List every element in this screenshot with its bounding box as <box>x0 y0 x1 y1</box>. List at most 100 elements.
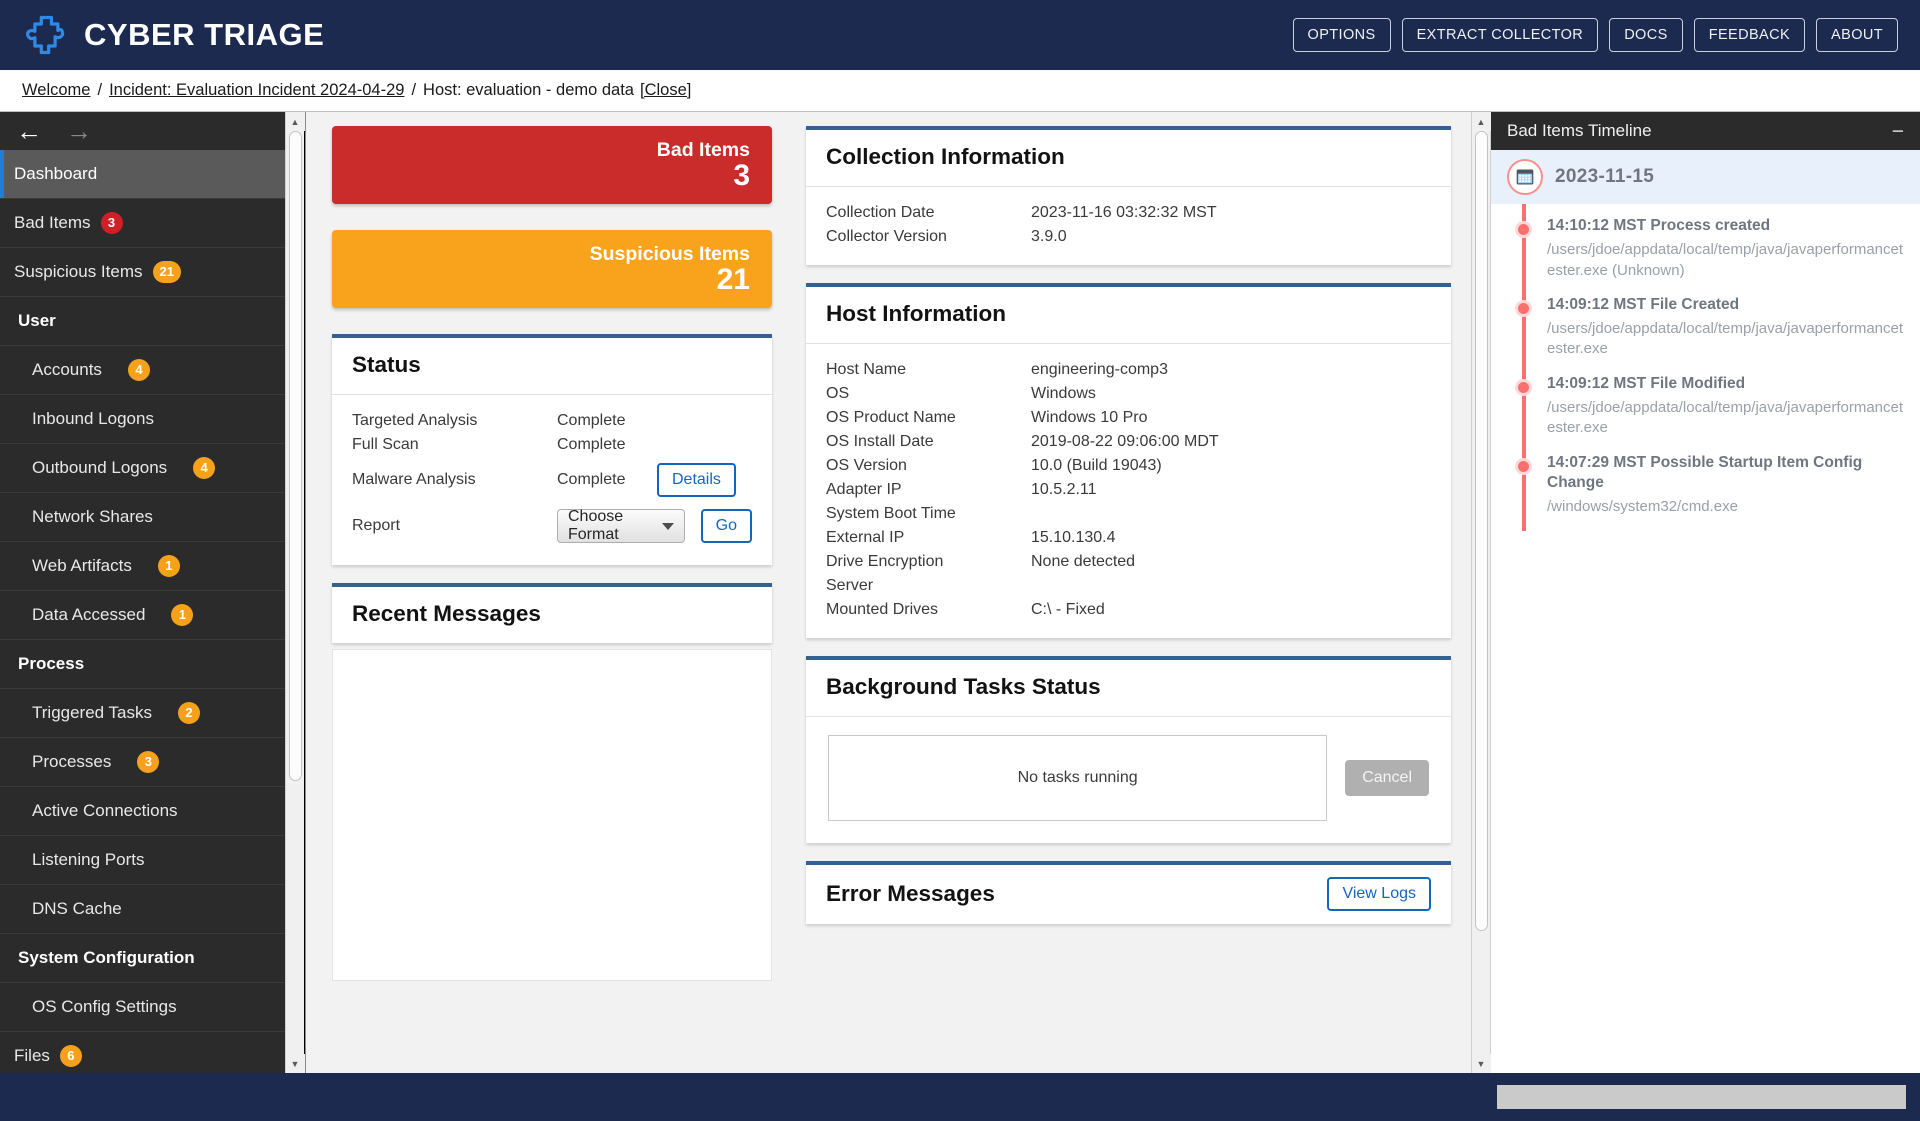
host-info-value: Windows <box>1031 385 1096 402</box>
recent-messages-list[interactable] <box>332 649 772 981</box>
sidebar-item-badge: 3 <box>100 212 123 234</box>
arrow-left-icon[interactable]: ← <box>16 118 42 144</box>
minimize-icon[interactable]: − <box>1892 121 1904 142</box>
host-info-row: Adapter IP 10.5.2.11 <box>826 478 1431 502</box>
timeline-date-group: 2023-11-15 <box>1491 150 1920 204</box>
sidebar-item-active-connections[interactable]: Active Connections <box>0 787 285 836</box>
sidebar-item-files[interactable]: Files 6 <box>0 1032 285 1073</box>
sidebar-item-bad-items[interactable]: Bad Items 3 <box>0 199 285 248</box>
status-row-value: Complete <box>557 436 626 453</box>
options-button[interactable]: OPTIONS <box>1292 18 1391 52</box>
scroll-down-icon[interactable]: ▼ <box>1471 1054 1491 1073</box>
report-format-select[interactable]: Choose Format <box>557 508 685 543</box>
scroll-down-icon[interactable]: ▼ <box>285 1054 305 1073</box>
content-scroll-thumb[interactable] <box>1474 131 1488 931</box>
sidebar-item-label: Active Connections <box>32 801 178 820</box>
status-panel-header: Status <box>332 338 772 395</box>
host-info-value: None detected <box>1031 553 1136 570</box>
sidebar-item-dashboard[interactable]: Dashboard <box>0 150 285 199</box>
view-logs-button[interactable]: View Logs <box>1327 877 1431 911</box>
timeline-event-dot-icon <box>1515 221 1532 238</box>
bad-items-card[interactable]: Bad Items 3 <box>332 126 772 204</box>
sidebar-item-badge: 4 <box>127 359 150 381</box>
sidebar-item-processes[interactable]: Processes 3 <box>0 738 285 787</box>
sidebar-scroll-thumb[interactable] <box>288 131 302 781</box>
breadcrumb-separator: / <box>97 81 103 99</box>
collection-information-panel: Collection Information Collection Date 2… <box>806 126 1451 265</box>
horizontal-scroll-thumb[interactable] <box>1497 1085 1906 1109</box>
report-go-button[interactable]: Go <box>700 509 752 543</box>
timeline-event[interactable]: 14:09:12 MST File Modified/users/jdoe/ap… <box>1491 370 1920 449</box>
sidebar-item-badge: 6 <box>59 1045 82 1067</box>
report-format-value: Choose Format <box>568 508 624 543</box>
app-header: CYBER TRIAGE OPTIONS EXTRACT COLLECTOR D… <box>0 0 1920 70</box>
workspace: ← → Dashboard Bad Items 3 Suspicious Items 2… <box>0 112 1920 1073</box>
docs-button[interactable]: DOCS <box>1609 18 1683 52</box>
sidebar-item-label: Files <box>14 1046 50 1065</box>
extract-collector-button[interactable]: EXTRACT COLLECTOR <box>1401 18 1599 52</box>
content-scroll-track[interactable] <box>1472 131 1491 1054</box>
host-info-label: OS Product Name <box>826 409 956 426</box>
host-information-title: Host Information <box>826 301 1006 326</box>
scroll-up-icon[interactable]: ▲ <box>1471 112 1491 131</box>
collection-row-collector-version: Collector Version 3.9.0 <box>826 225 1431 249</box>
host-info-row: OS Windows <box>826 382 1431 406</box>
bad-items-timeline-panel: Bad Items Timeline − 2023-11-15 14:10:12… <box>1490 112 1920 1073</box>
content-scrollbar[interactable]: ▲ ▼ <box>1471 112 1491 1073</box>
about-button[interactable]: ABOUT <box>1816 18 1898 52</box>
sidebar-scroll-track[interactable] <box>286 131 305 1054</box>
bad-items-card-value: 3 <box>733 159 750 193</box>
sidebar-item-badge: 1 <box>171 604 194 626</box>
host-info-label: External IP <box>826 529 905 546</box>
status-row-label: Malware Analysis <box>352 471 476 488</box>
breadcrumb-host-label: Host: evaluation - demo data <box>423 81 634 99</box>
timeline-event[interactable]: 14:10:12 MST Process created/users/jdoe/… <box>1491 212 1920 291</box>
sidebar-item-accounts[interactable]: Accounts 4 <box>0 346 285 395</box>
status-panel-title: Status <box>352 352 421 377</box>
sidebar-item-listening-ports[interactable]: Listening Ports <box>0 836 285 885</box>
timeline-event[interactable]: 14:09:12 MST File Created/users/jdoe/app… <box>1491 291 1920 370</box>
sidebar-scrollbar[interactable]: ▲ ▼ <box>285 112 305 1073</box>
host-info-label: Host Name <box>826 361 907 378</box>
breadcrumb-incident-link[interactable]: Incident: Evaluation Incident 2024-04-29 <box>109 81 404 100</box>
scroll-up-icon[interactable]: ▲ <box>285 112 305 131</box>
breadcrumb-close-link[interactable]: [Close] <box>640 81 691 100</box>
malware-details-button[interactable]: Details <box>657 463 736 497</box>
status-row-value: Complete <box>557 471 626 488</box>
timeline-event-title: 14:09:12 MST File Modified <box>1547 374 1746 392</box>
sidebar-item-badge: 3 <box>137 751 160 773</box>
sidebar-item-triggered-tasks[interactable]: Triggered Tasks 2 <box>0 689 285 738</box>
cyber-triage-logo-icon <box>22 12 68 58</box>
sidebar-item-inbound-logons[interactable]: Inbound Logons <box>0 395 285 444</box>
timeline-title: Bad Items Timeline <box>1507 121 1652 140</box>
sidebar-item-system-configuration: System Configuration <box>0 934 285 983</box>
breadcrumb-welcome-link[interactable]: Welcome <box>22 81 90 100</box>
status-row-malware-analysis: Malware Analysis Complete Details <box>352 457 752 503</box>
sidebar-item-web-artifacts[interactable]: Web Artifacts 1 <box>0 542 285 591</box>
suspicious-items-card-label: Suspicious Items <box>589 243 750 265</box>
breadcrumb-separator: / <box>411 81 417 99</box>
timeline-event[interactable]: 14:07:29 MST Possible Startup Item Confi… <box>1491 449 1920 528</box>
horizontal-scrollbar[interactable] <box>1497 1085 1906 1109</box>
suspicious-items-card[interactable]: Suspicious Items 21 <box>332 230 772 308</box>
sidebar-item-network-shares[interactable]: Network Shares <box>0 493 285 542</box>
sidebar-item-outbound-logons[interactable]: Outbound Logons 4 <box>0 444 285 493</box>
host-info-label: Adapter IP <box>826 481 902 498</box>
status-row-value: Complete <box>557 412 626 429</box>
sidebar-item-os-config-settings[interactable]: OS Config Settings <box>0 983 285 1032</box>
sidebar-item-data-accessed[interactable]: Data Accessed 1 <box>0 591 285 640</box>
timeline-event-title: 14:09:12 MST File Created <box>1547 295 1740 313</box>
host-info-value: engineering-comp3 <box>1031 361 1168 378</box>
sidebar-item-suspicious-items[interactable]: Suspicious Items 21 <box>0 248 285 297</box>
dashboard-right-column: Collection Information Collection Date 2… <box>806 126 1451 1073</box>
host-info-row: Drive Encryption None detected <box>826 550 1431 574</box>
collection-row-collection-date: Collection Date 2023-11-16 03:32:32 MST <box>826 201 1431 225</box>
cancel-task-button[interactable]: Cancel <box>1345 760 1429 796</box>
sidebar-item-label: Bad Items <box>14 213 91 232</box>
background-tasks-empty-text: No tasks running <box>828 735 1328 821</box>
sidebar-item-label: Data Accessed <box>32 605 146 624</box>
sidebar-item-dns-cache[interactable]: DNS Cache <box>0 885 285 934</box>
arrow-right-icon[interactable]: → <box>66 118 92 144</box>
feedback-button[interactable]: FEEDBACK <box>1693 18 1806 52</box>
sidebar-item-label: Suspicious Items <box>14 262 143 281</box>
